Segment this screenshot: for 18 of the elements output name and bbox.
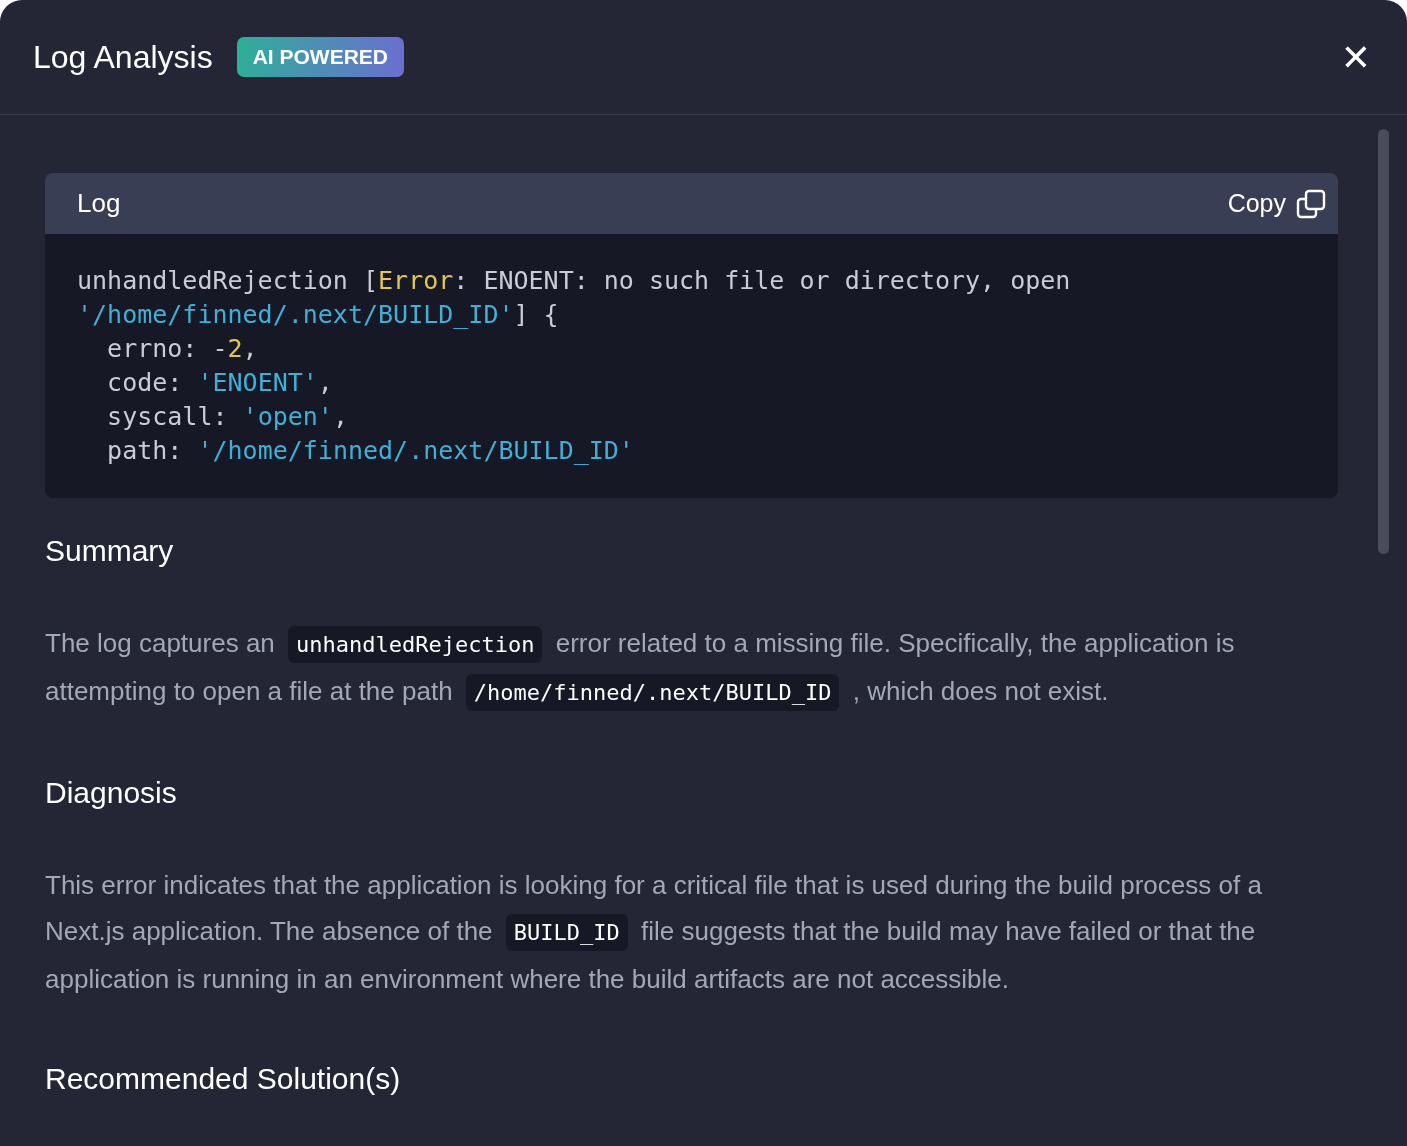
code-line: code: 'ENOENT', <box>106 367 334 399</box>
copy-button[interactable]: Copy <box>1227 188 1326 219</box>
close-button[interactable]: ✕ <box>1340 36 1371 78</box>
code-line: '/home/finned/.next/BUILD_ID'] { <box>77 299 560 331</box>
section-heading: Recommended Solution(s) <box>45 1062 402 1096</box>
section-heading: Summary <box>45 534 175 568</box>
dialog-title: Log Analysis <box>33 38 213 76</box>
copy-icon <box>1296 188 1326 219</box>
code-line: errno: -2, <box>106 333 259 365</box>
section-paragraph: The log captures an unhandledRejection error related to a missing file. Specifically, the application is attempting to open a file at the path /home/finned/.next/BUILD_ID , which does not exist. <box>45 620 1338 716</box>
log-title: Log <box>77 188 121 219</box>
scrollbar[interactable] <box>1378 129 1389 554</box>
code-line: path: '/home/finned/.next/BUILD_ID' <box>106 435 635 467</box>
section-heading: Diagnosis <box>45 776 178 810</box>
code-line: unhandledRejection [Error: ENOENT: no such file or directory, open <box>77 265 1072 297</box>
ai-badge: AI POWERED <box>236 37 404 77</box>
code-line: syscall: 'open', <box>106 401 349 433</box>
section-paragraph: This error indicates that the application is looking for a critical file that is used during the build process of a Next.js application. The absence of the BUILD_ID file suggests that the build may have failed or that the application is running in an environment where the build artifacts are not accessible. <box>45 869 1263 996</box>
